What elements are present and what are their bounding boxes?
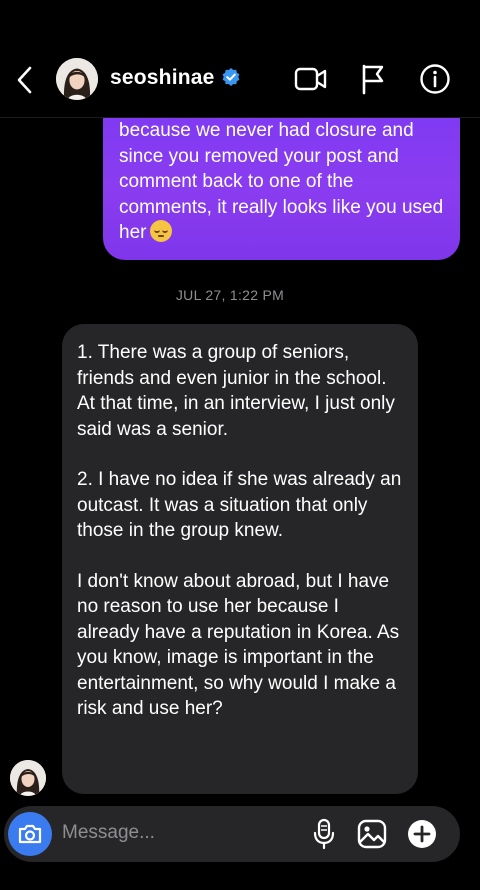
message-timestamp: JUL 27, 1:22 PM	[175, 287, 285, 303]
message-input[interactable]: Message...	[62, 822, 155, 844]
incoming-message-bubble[interactable]: 1. There was a group of seniors, friends…	[62, 324, 418, 794]
chat-header: seoshinae	[0, 0, 480, 118]
outgoing-message-text: because we never had closure and since y…	[119, 120, 444, 243]
incoming-paragraph-2: 2. I have no idea if she was already an …	[77, 469, 402, 541]
message-composer: Message...	[4, 806, 460, 862]
video-call-icon[interactable]	[292, 60, 330, 98]
pensive-face-emoji-icon	[150, 220, 173, 242]
info-icon[interactable]	[416, 60, 454, 98]
incoming-paragraph-1: 1. There was a group of seniors, friends…	[77, 342, 395, 440]
contact-avatar[interactable]	[56, 58, 98, 100]
camera-icon[interactable]	[8, 812, 52, 856]
incoming-paragraph-3: I don't know about abroad, but I have no…	[77, 570, 400, 720]
outgoing-message-bubble[interactable]: because we never had closure and since y…	[103, 98, 460, 260]
gallery-icon[interactable]	[354, 816, 390, 852]
back-chevron-icon[interactable]	[6, 60, 42, 100]
microphone-icon[interactable]	[306, 816, 342, 852]
flag-icon[interactable]	[354, 60, 392, 98]
message-thread: because we never had closure and since y…	[0, 0, 480, 890]
username-text: seoshinae	[110, 66, 215, 89]
sender-avatar[interactable]	[10, 760, 46, 796]
verified-badge-icon	[222, 68, 239, 86]
contact-username[interactable]: seoshinae	[110, 66, 241, 90]
add-icon[interactable]	[404, 816, 440, 852]
